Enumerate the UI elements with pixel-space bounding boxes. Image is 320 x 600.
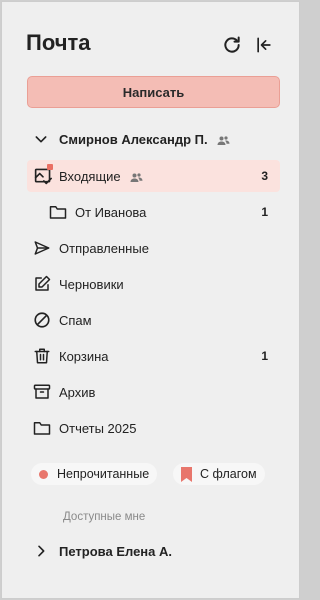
folder-icon xyxy=(43,204,75,220)
folder-icon xyxy=(27,420,59,436)
folder-label: Архив xyxy=(59,384,96,400)
send-icon xyxy=(27,239,59,257)
collapse-sidebar-icon xyxy=(254,35,274,55)
collapse-sidebar-button[interactable] xyxy=(253,34,275,56)
shared-users-icon xyxy=(130,172,143,183)
refresh-button[interactable] xyxy=(221,34,243,56)
shared-users-icon xyxy=(217,135,230,146)
chevron-down-icon xyxy=(27,131,59,147)
folder-label: От Иванова xyxy=(75,204,147,220)
unread-count: 1 xyxy=(261,349,268,363)
account-row[interactable]: Смирнов Александр П. xyxy=(27,123,280,155)
archive-icon xyxy=(27,383,59,401)
unread-badge xyxy=(47,164,53,170)
compose-button[interactable]: Написать xyxy=(27,76,280,108)
page-title: Почта xyxy=(26,30,91,55)
folder-reports-2025[interactable]: Отчеты 2025 xyxy=(27,412,280,444)
chip-label: С флагом xyxy=(200,467,257,481)
folder-sent[interactable]: Отправленные xyxy=(27,232,280,264)
folder-label: Входящие xyxy=(59,168,121,184)
shared-section-label: Доступные мне xyxy=(63,511,146,523)
folder-drafts[interactable]: Черновики xyxy=(27,268,280,300)
account-name: Смирнов Александр П. xyxy=(59,131,208,147)
chevron-right-icon xyxy=(27,543,59,559)
folder-label: Отчеты 2025 xyxy=(59,420,137,436)
folder-from-ivanov[interactable]: От Иванова 1 xyxy=(27,196,280,228)
unread-dot-icon xyxy=(39,469,48,479)
folder-label: Отправленные xyxy=(59,240,149,256)
inbox-icon xyxy=(27,164,59,185)
filter-flagged-chip[interactable]: С флагом xyxy=(173,463,265,485)
folder-spam[interactable]: Спам xyxy=(27,304,280,336)
folder-label: Спам xyxy=(59,312,92,328)
trash-icon xyxy=(27,347,59,365)
spam-icon xyxy=(27,311,59,329)
folder-archive[interactable]: Архив xyxy=(27,376,280,408)
folder-label: Корзина xyxy=(59,348,109,364)
folder-label: Черновики xyxy=(59,276,124,292)
folder-trash[interactable]: Корзина 1 xyxy=(27,340,280,372)
draft-icon xyxy=(27,275,59,293)
bookmark-flag-icon xyxy=(181,466,192,482)
shared-account-row[interactable]: Петрова Елена А. xyxy=(27,535,280,567)
refresh-icon xyxy=(222,35,242,55)
mail-sidebar: Почта Написать Смирнов Александр П. Вход… xyxy=(1,1,300,599)
filter-unread-chip[interactable]: Непрочитанные xyxy=(31,463,158,485)
chip-label: Непрочитанные xyxy=(57,467,150,481)
unread-count: 1 xyxy=(261,205,268,219)
account-name: Петрова Елена А. xyxy=(59,543,172,559)
folder-inbox[interactable]: Входящие 3 xyxy=(27,160,280,192)
unread-count: 3 xyxy=(261,169,268,183)
